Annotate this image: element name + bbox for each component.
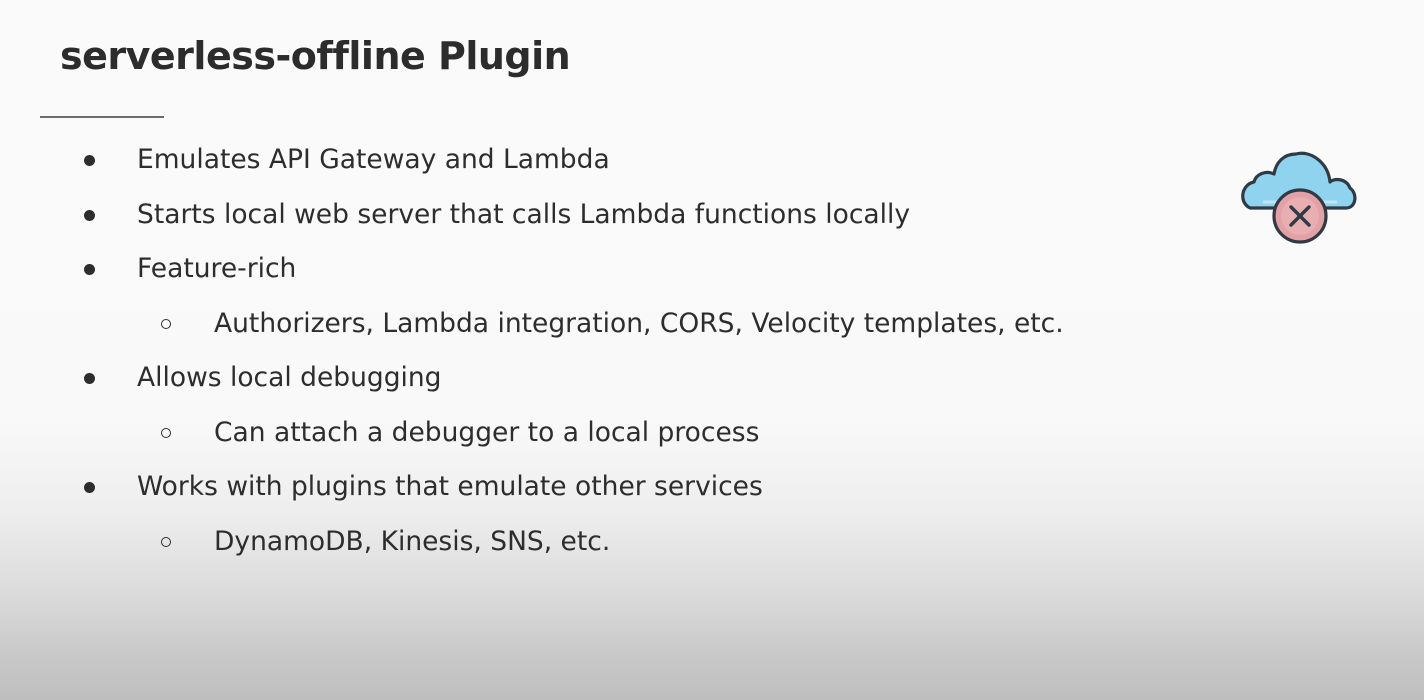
bullet-dot-icon xyxy=(74,242,104,297)
bullet-text: Works with plugins that emulate other se… xyxy=(137,471,763,502)
sub-bullet-text: Authorizers, Lambda integration, CORS, V… xyxy=(214,307,1064,339)
bullet-circle-icon xyxy=(151,297,181,352)
bullet-dot-icon xyxy=(74,351,104,406)
bullet-text: Starts local web server that calls Lambd… xyxy=(137,198,911,230)
sub-bullet-text: DynamoDB, Kinesis, SNS, etc. xyxy=(214,525,611,557)
bullet-dot-icon xyxy=(74,460,104,515)
bullet-dot-icon xyxy=(74,188,104,243)
bullet-circle-icon xyxy=(151,406,181,461)
bullet-text: Allows local debugging xyxy=(137,362,442,393)
slide-title: serverless-offline Plugin xyxy=(60,34,571,78)
bullet-text: Feature-rich xyxy=(137,253,297,284)
cloud-offline-icon xyxy=(1241,151,1357,244)
title-underline xyxy=(40,116,164,118)
sub-bullet-text: Can attach a debugger to a local process xyxy=(214,416,760,448)
bullet-circle-icon xyxy=(151,515,181,570)
bullet-dot-icon xyxy=(74,133,104,188)
bullet-text: Emulates API Gateway and Lambda xyxy=(137,144,610,175)
